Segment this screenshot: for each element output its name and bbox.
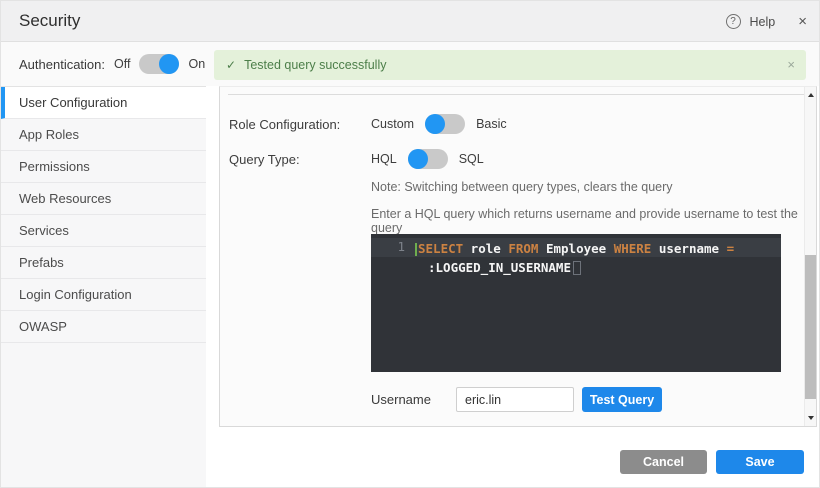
sidebar-item-services[interactable]: Services xyxy=(1,215,206,247)
role-custom-label: Custom xyxy=(371,117,414,131)
scrollbar-thumb[interactable] xyxy=(805,255,816,399)
test-query-button[interactable]: Test Query xyxy=(582,387,662,412)
authentication-control: Authentication: Off On xyxy=(19,42,205,86)
banner-close-icon[interactable]: × xyxy=(787,57,795,72)
content-area: Role Configuration: Custom Basic Query T… xyxy=(206,86,819,487)
code-line-1: SELECT role FROM Employee WHERE username… xyxy=(415,239,775,258)
section-divider xyxy=(228,94,808,95)
text-cursor-caret xyxy=(415,243,417,256)
auth-off-label: Off xyxy=(114,57,130,71)
authentication-toggle[interactable] xyxy=(139,54,179,74)
auth-on-label: On xyxy=(188,57,205,71)
save-button[interactable]: Save xyxy=(716,450,804,474)
query-hint-text: Enter a HQL query which returns username… xyxy=(371,207,816,235)
role-configuration-label: Role Configuration: xyxy=(229,117,371,132)
toggle-knob xyxy=(425,114,445,134)
toggle-knob xyxy=(159,54,179,74)
role-basic-label: Basic xyxy=(476,117,507,131)
sidebar-item-permissions[interactable]: Permissions xyxy=(1,151,206,183)
role-configuration-control: Custom Basic xyxy=(371,114,507,134)
user-configuration-panel: Role Configuration: Custom Basic Query T… xyxy=(219,86,817,427)
dialog-header: Security ? Help × xyxy=(1,1,820,42)
check-icon: ✓ xyxy=(226,58,236,72)
sidebar-item-user-configuration[interactable]: User Configuration xyxy=(1,87,206,119)
hql-code-editor[interactable]: 1 SELECT role FROM Employee WHERE userna… xyxy=(371,234,781,372)
authentication-label: Authentication: xyxy=(19,57,105,72)
toolbar-row: Authentication: Off On ✓ Tested query su… xyxy=(1,42,820,86)
page-title: Security xyxy=(19,11,80,31)
sidebar-item-owasp[interactable]: OWASP xyxy=(1,311,206,343)
line-number: 1 xyxy=(371,239,405,254)
help-link[interactable]: Help xyxy=(750,15,776,29)
toggle-knob xyxy=(408,149,428,169)
scroll-up-icon[interactable] xyxy=(808,93,814,97)
code-line-2: :LOGGED_IN_USERNAME xyxy=(415,258,775,277)
sidebar-nav: User ConfigurationApp RolesPermissionsWe… xyxy=(1,86,206,487)
query-type-row: Query Type: HQL SQL xyxy=(229,144,796,174)
query-type-control: HQL SQL xyxy=(371,149,484,169)
role-configuration-toggle[interactable] xyxy=(425,114,465,134)
query-hql-label: HQL xyxy=(371,152,397,166)
code-text: SELECT role FROM Employee WHERE username… xyxy=(415,239,775,277)
block-cursor xyxy=(573,261,581,275)
sidebar-item-web-resources[interactable]: Web Resources xyxy=(1,183,206,215)
cancel-button[interactable]: Cancel xyxy=(620,450,707,474)
banner-message: Tested query successfully xyxy=(244,58,386,72)
sidebar-item-prefabs[interactable]: Prefabs xyxy=(1,247,206,279)
panel-scrollbar[interactable] xyxy=(804,87,816,426)
sidebar-item-app-roles[interactable]: App Roles xyxy=(1,119,206,151)
query-sql-label: SQL xyxy=(459,152,484,166)
username-row: Username Test Query xyxy=(371,387,662,412)
query-note-text: Note: Switching between query types, cle… xyxy=(371,180,673,194)
query-type-toggle[interactable] xyxy=(408,149,448,169)
header-actions: ? Help × xyxy=(726,1,807,42)
security-dialog: Security ? Help × Authentication: Off On… xyxy=(0,0,820,488)
username-label: Username xyxy=(371,392,456,407)
scroll-down-icon[interactable] xyxy=(808,416,814,420)
success-banner: ✓ Tested query successfully × xyxy=(214,50,806,80)
help-icon[interactable]: ? xyxy=(726,14,741,29)
query-type-label: Query Type: xyxy=(229,152,371,167)
role-configuration-row: Role Configuration: Custom Basic xyxy=(229,109,796,139)
sidebar-item-login-configuration[interactable]: Login Configuration xyxy=(1,279,206,311)
username-input[interactable] xyxy=(456,387,574,412)
close-icon[interactable]: × xyxy=(798,13,807,30)
